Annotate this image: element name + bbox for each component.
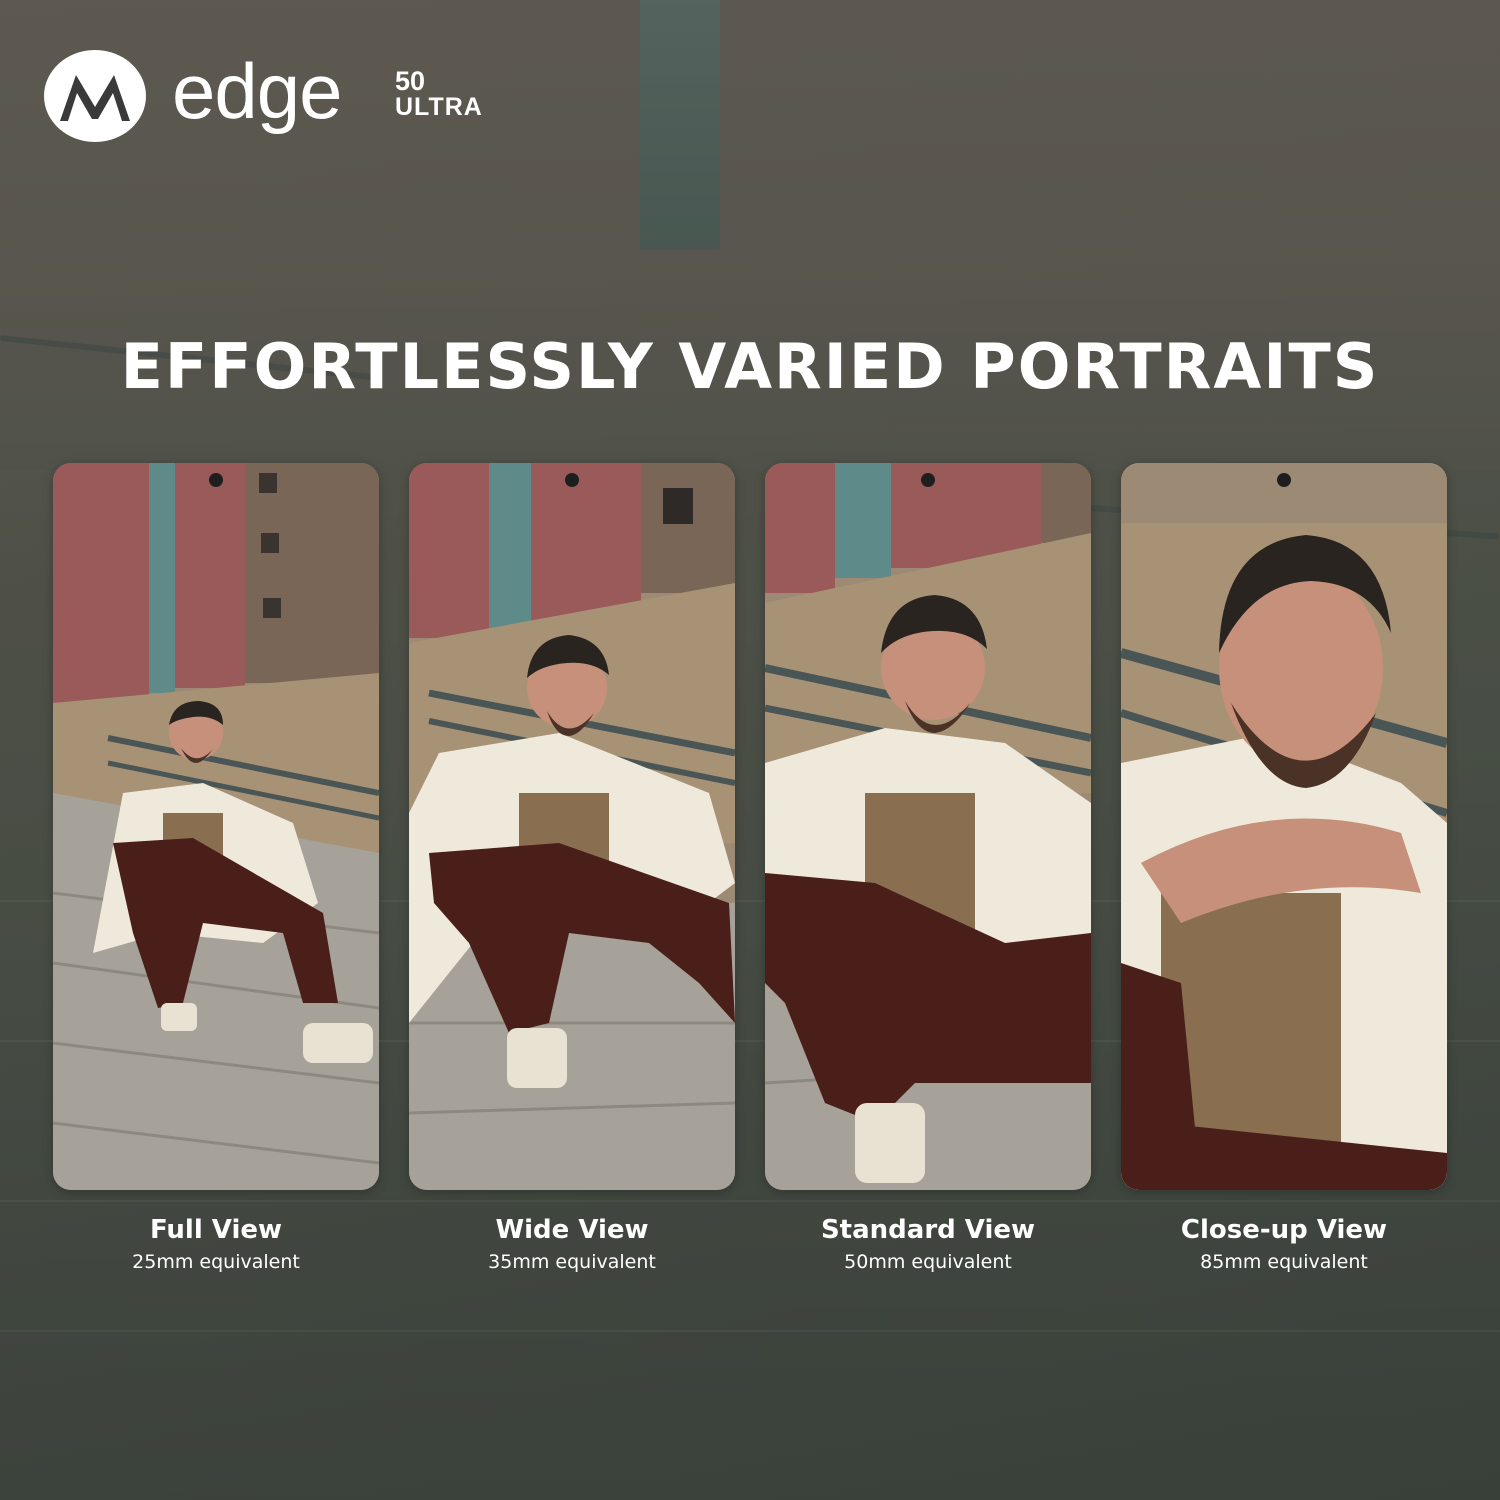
background-step-line (0, 1330, 1500, 1332)
photo-card-wide-view (409, 463, 735, 1190)
view-focal-length: 85mm equivalent (1200, 1251, 1368, 1274)
view-title: Wide View (495, 1215, 649, 1245)
view-focal-length: 25mm equivalent (132, 1251, 300, 1274)
background-window (640, 0, 720, 250)
motorola-batwing-icon (60, 75, 130, 121)
view-title: Standard View (820, 1215, 1036, 1245)
camera-punch-hole-icon (565, 473, 579, 487)
portrait-photo-standard (765, 463, 1091, 1190)
model-suffix: ULTRA (395, 93, 483, 121)
portrait-photo-close-up (1121, 463, 1447, 1190)
photo-card-standard-view (765, 463, 1091, 1190)
caption-full-view: Full View 25mm equivalent (53, 1215, 379, 1275)
model-number: 50 (395, 66, 426, 96)
photo-card-full-view (53, 463, 379, 1190)
portrait-photo-wide (409, 463, 735, 1190)
motorola-logo (44, 50, 146, 142)
background-step-line (0, 1200, 1500, 1202)
camera-punch-hole-icon (921, 473, 935, 487)
camera-punch-hole-icon (1277, 473, 1291, 487)
view-title: Close-up View (1180, 1215, 1388, 1245)
caption-standard-view: Standard View 50mm equivalent (765, 1215, 1091, 1275)
headline: EFFORTLESSLY VARIED PORTRAITS (120, 330, 1380, 403)
portrait-photo-full (53, 463, 379, 1190)
photo-card-close-up-view (1121, 463, 1447, 1190)
view-title: Full View (149, 1215, 283, 1245)
caption-wide-view: Wide View 35mm equivalent (409, 1215, 735, 1275)
view-focal-length: 35mm equivalent (488, 1251, 656, 1274)
view-focal-length: 50mm equivalent (844, 1251, 1012, 1274)
caption-close-up-view: Close-up View 85mm equivalent (1121, 1215, 1447, 1275)
camera-punch-hole-icon (209, 473, 223, 487)
product-name: edge (172, 47, 343, 135)
